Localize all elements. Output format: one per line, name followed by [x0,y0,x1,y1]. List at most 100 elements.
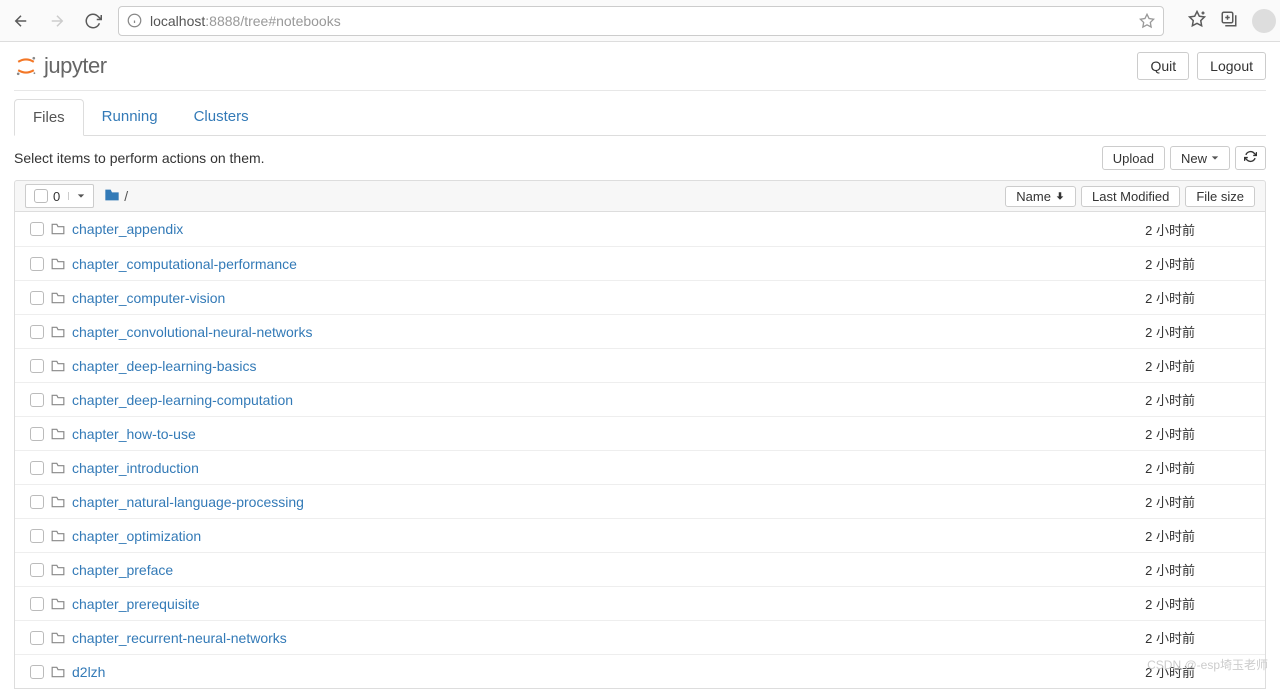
back-button[interactable] [10,10,32,32]
tab-clusters[interactable]: Clusters [176,99,267,135]
row-checkbox[interactable] [30,631,44,645]
refresh-icon [1244,150,1257,163]
file-link[interactable]: chapter_appendix [72,221,183,237]
breadcrumb-home[interactable] [104,188,120,205]
logo-text: jupyter [44,53,107,79]
arrow-left-icon [12,12,30,30]
select-all-checkbox-cell[interactable]: 0 [26,189,68,204]
row-checkbox[interactable] [30,291,44,305]
refresh-icon [84,12,102,30]
file-link[interactable]: chapter_deep-learning-basics [72,358,256,374]
file-link[interactable]: chapter_computational-performance [72,256,297,272]
file-modified: 2 小时前 [1065,424,1195,443]
star-icon [1139,13,1155,29]
jupyter-logo-icon [14,54,38,78]
folder-icon [49,360,67,372]
row-checkbox[interactable] [30,563,44,577]
folder-icon [49,223,67,235]
new-label: New [1181,151,1207,166]
sort-modified-button[interactable]: Last Modified [1081,186,1180,207]
folder-icon [49,394,67,406]
file-link[interactable]: chapter_computer-vision [72,290,225,306]
file-row: chapter_optimization 2 小时前 [15,518,1265,552]
row-checkbox[interactable] [30,529,44,543]
file-row: chapter_computational-performance2 小时前 [15,246,1265,280]
file-link[interactable]: chapter_optimization [72,528,201,544]
row-checkbox[interactable] [30,257,44,271]
file-link[interactable]: chapter_natural-language-processing [72,494,304,510]
row-checkbox[interactable] [30,359,44,373]
actions-row: Select items to perform actions on them.… [14,136,1266,180]
folder-icon [49,258,67,270]
sort-size-button[interactable]: File size [1185,186,1255,207]
file-row: chapter_convolutional-neural-networks2 小… [15,314,1265,348]
file-link[interactable]: chapter_recurrent-neural-networks [72,630,287,646]
row-checkbox[interactable] [30,325,44,339]
favorites-button[interactable] [1188,10,1206,31]
row-checkbox[interactable] [30,597,44,611]
star-plus-icon [1188,10,1206,28]
new-button[interactable]: New [1170,146,1230,170]
tab-running[interactable]: Running [84,99,176,135]
folder-icon [49,462,67,474]
row-checkbox[interactable] [30,495,44,509]
file-row: chapter_introduction 2 小时前 [15,450,1265,484]
file-modified: 2 小时前 [1065,458,1195,477]
file-row: chapter_preface 2 小时前 [15,552,1265,586]
file-row: chapter_deep-learning-computation 2 小时前 [15,382,1265,416]
file-link[interactable]: chapter_convolutional-neural-networks [72,324,312,340]
arrow-right-icon [48,12,66,30]
actions-hint: Select items to perform actions on them. [14,150,265,166]
info-icon [127,13,142,28]
sort-name-button[interactable]: Name [1005,186,1076,207]
row-checkbox[interactable] [30,393,44,407]
file-link[interactable]: chapter_deep-learning-computation [72,392,293,408]
file-link[interactable]: chapter_how-to-use [72,426,196,442]
file-row: chapter_how-to-use 2 小时前 [15,416,1265,450]
file-modified: 2 小时前 [1065,560,1195,579]
file-modified: 2 小时前 [1065,356,1195,375]
file-modified: 2 小时前 [1065,628,1195,647]
caret-down-icon [1211,154,1219,162]
row-checkbox[interactable] [30,222,44,236]
folder-icon [49,428,67,440]
select-all-checkbox[interactable] [34,189,48,203]
upload-button[interactable]: Upload [1102,146,1165,170]
file-modified: 2 小时前 [1065,492,1195,511]
row-checkbox[interactable] [30,427,44,441]
tab-files[interactable]: Files [14,99,84,136]
logout-button[interactable]: Logout [1197,52,1266,80]
file-row: chapter_prerequisite 2 小时前 [15,586,1265,620]
folder-icon [49,632,67,644]
file-row: chapter_computer-vision2 小时前 [15,280,1265,314]
file-modified: 2 小时前 [1065,390,1195,409]
select-type-dropdown[interactable] [68,192,93,200]
reload-button[interactable] [82,10,104,32]
file-list: chapter_appendix 2 小时前 chapter_computation… [14,212,1266,689]
file-row: chapter_appendix 2 小时前 [15,212,1265,246]
file-row: chapter_deep-learning-basics 2 小时前 [15,348,1265,382]
file-link[interactable]: d2lzh [72,664,105,680]
main-tabs: FilesRunningClusters [14,99,1266,136]
file-modified: 2 小时前 [1065,526,1195,545]
file-modified: 2 小时前 [1065,594,1195,613]
address-bar[interactable]: localhost:8888/tree#notebooks [118,6,1164,36]
jupyter-logo[interactable]: jupyter [14,53,107,79]
file-row: d2lzh2 小时前 [15,654,1265,688]
file-link[interactable]: chapter_introduction [72,460,199,476]
refresh-list-button[interactable] [1235,146,1266,170]
select-all-group: 0 [25,184,94,208]
collections-button[interactable] [1220,10,1238,31]
arrow-down-icon [1055,191,1065,201]
forward-button[interactable] [46,10,68,32]
row-checkbox[interactable] [30,461,44,475]
favorite-button[interactable] [1139,13,1155,29]
profile-avatar[interactable] [1252,9,1276,33]
file-link[interactable]: chapter_prerequisite [72,596,200,612]
quit-button[interactable]: Quit [1137,52,1189,80]
selected-count: 0 [53,189,60,204]
row-checkbox[interactable] [30,665,44,679]
file-modified: 2 小时前 [1065,220,1195,239]
file-row: chapter_recurrent-neural-networks 2 小时前 [15,620,1265,654]
file-link[interactable]: chapter_preface [72,562,173,578]
